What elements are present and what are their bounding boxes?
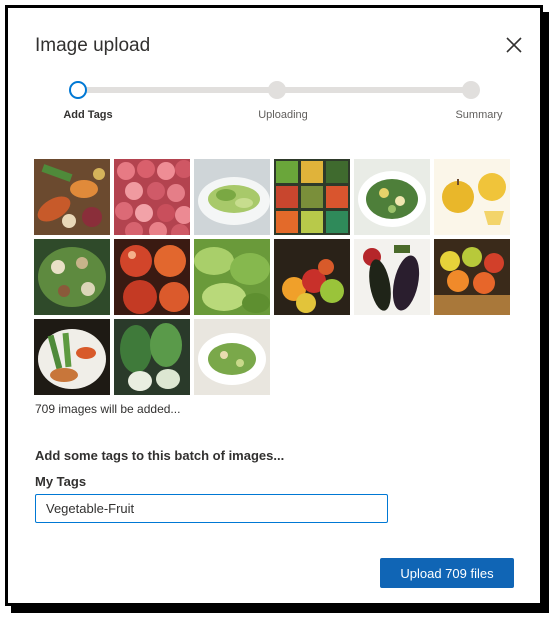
- my-tags-label: My Tags: [35, 474, 87, 489]
- thumbnail-fruit-basket[interactable]: [434, 239, 510, 315]
- step-add-tags-dot: [69, 81, 87, 99]
- thumbnail-lettuce[interactable]: [194, 239, 270, 315]
- image-upload-dialog: Image upload Add Tags Uploading Summary: [8, 8, 540, 603]
- thumbnail-bok-choy[interactable]: [114, 319, 190, 395]
- step-summary-dot: [462, 81, 480, 99]
- thumbnail-fruit-bowl[interactable]: [274, 239, 350, 315]
- step-uploading-label: Uploading: [258, 109, 308, 121]
- thumbnail-yellow-apples[interactable]: [434, 159, 510, 235]
- thumbnail-red-apples-close[interactable]: [114, 239, 190, 315]
- thumbnail-salad-dish[interactable]: [194, 319, 270, 395]
- thumbnail-vegetables-mix[interactable]: [34, 159, 110, 235]
- dialog-title: Image upload: [35, 35, 151, 56]
- upload-button[interactable]: Upload 709 files: [380, 558, 514, 588]
- thumbnail-red-apples[interactable]: [114, 159, 190, 235]
- progress-stepper: Add Tags Uploading Summary: [8, 78, 540, 128]
- dialog-frame: Image upload Add Tags Uploading Summary: [5, 5, 543, 606]
- step-summary-label: Summary: [455, 109, 503, 121]
- image-preview-grid: [34, 159, 510, 395]
- thumbnail-eggplants[interactable]: [354, 239, 430, 315]
- thumbnail-salad-plate[interactable]: [354, 159, 430, 235]
- close-button[interactable]: [502, 33, 526, 57]
- step-uploading-dot: [268, 81, 286, 99]
- step-add-tags-label: Add Tags: [63, 109, 113, 121]
- tags-input[interactable]: [35, 494, 388, 523]
- image-count-text: 709 images will be added...: [35, 402, 181, 416]
- thumbnail-mixed-salad[interactable]: [34, 239, 110, 315]
- thumbnail-green-salad[interactable]: [194, 159, 270, 235]
- thumbnail-produce-market[interactable]: [274, 159, 350, 235]
- tags-prompt: Add some tags to this batch of images...: [35, 448, 285, 463]
- close-icon: [506, 37, 522, 53]
- thumbnail-vegetable-plate[interactable]: [34, 319, 110, 395]
